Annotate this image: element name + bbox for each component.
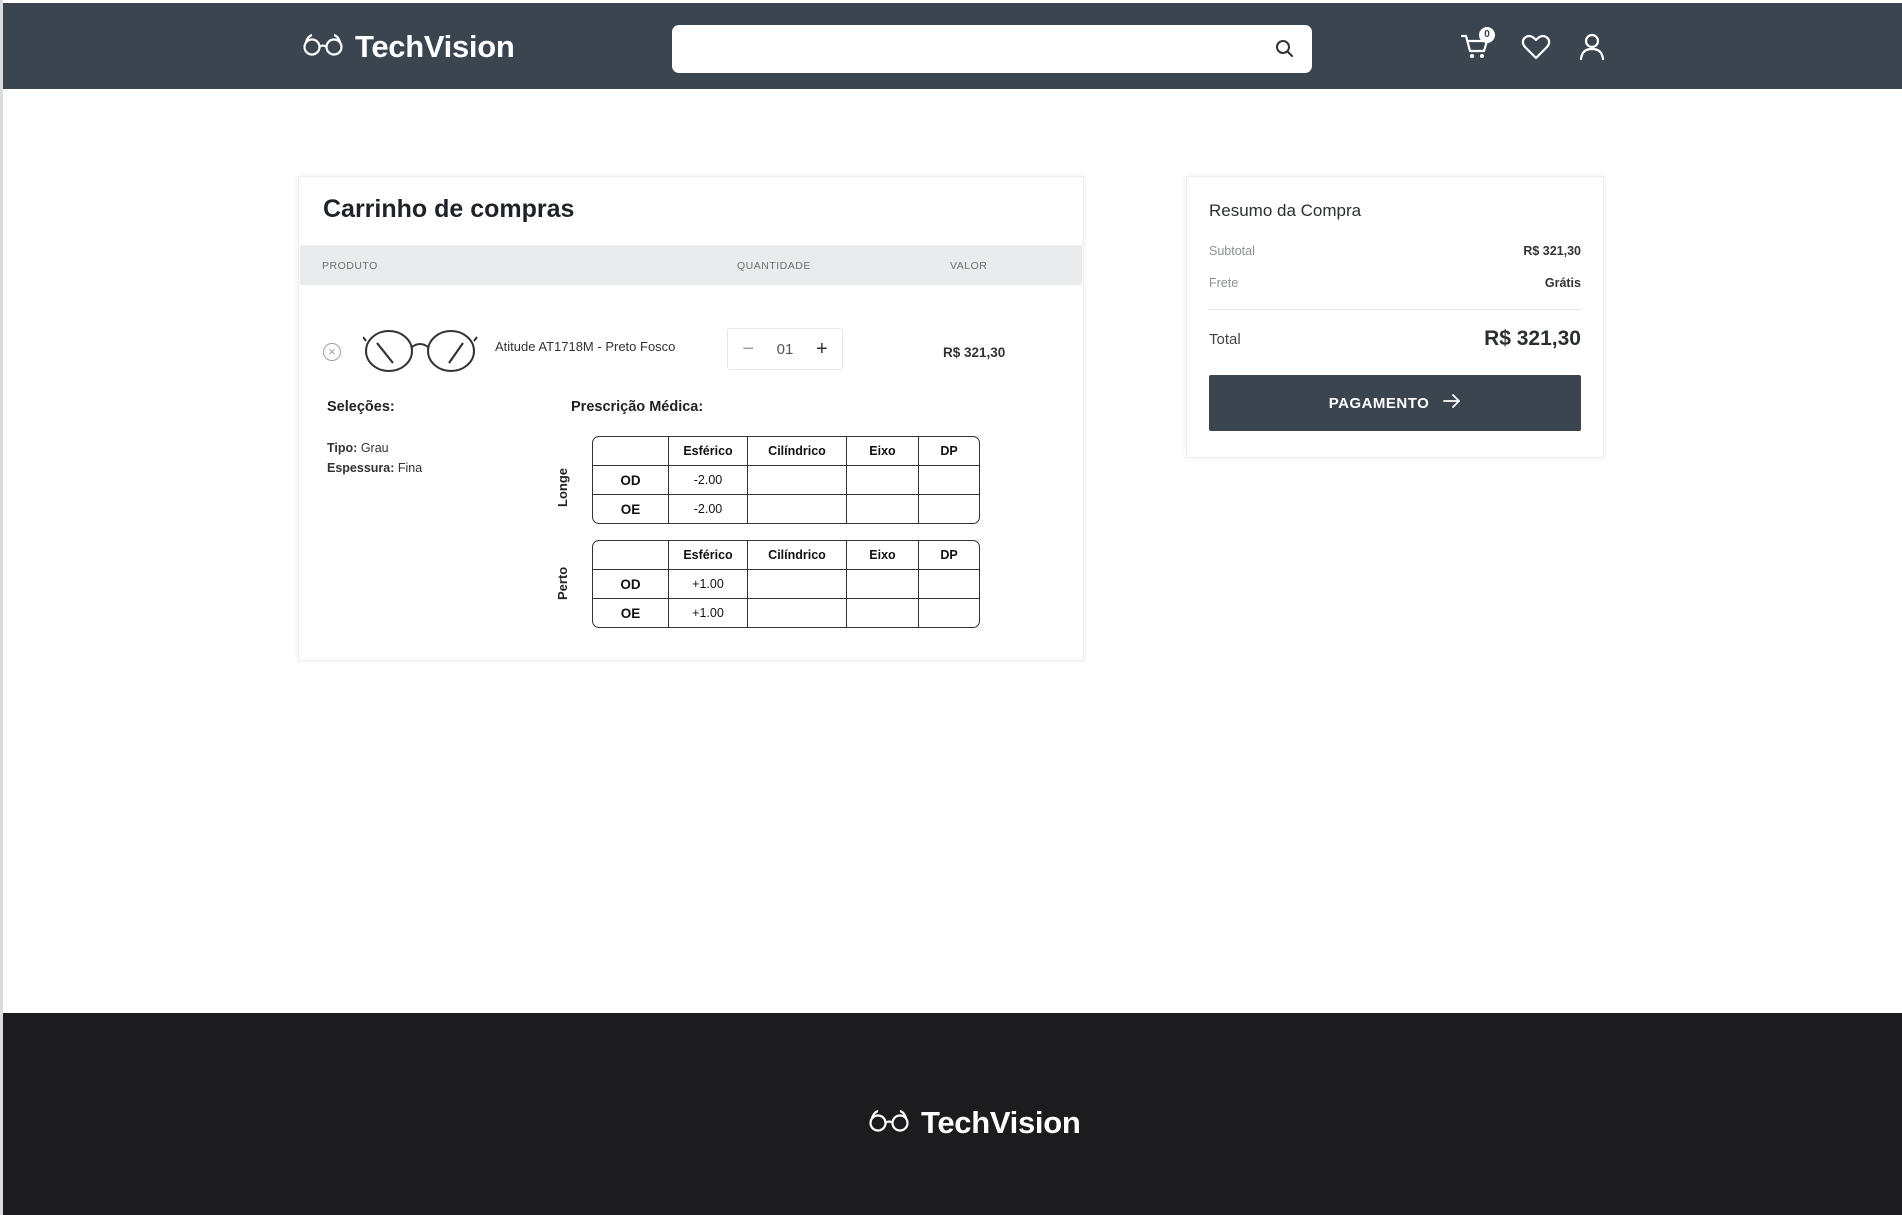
heart-icon[interactable] <box>1521 34 1551 65</box>
prescription-table-far: Esférico Cilíndrico Eixo DP OD -2.00 OE … <box>592 436 980 524</box>
search-icon[interactable] <box>1275 39 1294 63</box>
order-summary-panel: Resumo da Compra Subtotal R$ 321,30 Fret… <box>1186 176 1604 458</box>
table-row: OE -2.00 <box>593 495 979 523</box>
subtotal-value: R$ 321,30 <box>1523 244 1581 258</box>
search-bar <box>672 25 1312 73</box>
quantity-value: 01 <box>776 340 794 358</box>
selection-type: Tipo: Grau <box>327 441 389 455</box>
item-price: R$ 321,30 <box>943 345 1006 360</box>
column-product: PRODUTO <box>322 260 378 272</box>
cart-table-header: PRODUTO QUANTIDADE VALOR <box>300 245 1082 285</box>
top-navbar: TechVision 0 <box>3 3 1902 89</box>
brand-logo[interactable]: TechVision <box>303 29 515 65</box>
decrease-quantity-button[interactable]: − <box>736 338 760 361</box>
glasses-logo-icon <box>869 1109 909 1137</box>
shipping-label: Frete <box>1209 276 1239 290</box>
glasses-logo-icon <box>303 33 343 61</box>
brand-name: TechVision <box>355 29 515 64</box>
user-icon[interactable] <box>1578 33 1606 66</box>
subtotal-row: Subtotal R$ 321,30 <box>1209 244 1581 258</box>
total-label: Total <box>1209 331 1241 348</box>
cart-count-badge: 0 <box>1479 27 1495 43</box>
cart-title: Carrinho de compras <box>323 195 575 223</box>
total-value: R$ 321,30 <box>1484 327 1581 350</box>
table-row: OD +1.00 <box>593 570 979 599</box>
subtotal-label: Subtotal <box>1209 244 1255 258</box>
footer-brand-name: TechVision <box>921 1105 1081 1140</box>
prescription-table-near: Esférico Cilíndrico Eixo DP OD +1.00 OE … <box>592 540 980 628</box>
footer: TechVision <box>3 1013 1902 1215</box>
far-vision-label: Longe <box>555 468 570 507</box>
shopping-cart-panel: Carrinho de compras PRODUTO QUANTIDADE V… <box>298 176 1084 661</box>
summary-divider <box>1209 309 1581 310</box>
selections-heading: Seleções: <box>327 399 395 415</box>
column-value: VALOR <box>950 260 988 272</box>
column-quantity: QUANTIDADE <box>737 260 811 272</box>
increase-quantity-button[interactable]: + <box>810 338 834 361</box>
payment-button-label: PAGAMENTO <box>1328 394 1430 412</box>
arrow-right-icon <box>1443 394 1461 412</box>
near-vision-label: Perto <box>555 566 570 600</box>
remove-item-icon[interactable]: × <box>323 343 341 361</box>
cart-icon[interactable]: 0 <box>1460 27 1495 66</box>
table-row: OE +1.00 <box>593 599 979 627</box>
summary-title: Resumo da Compra <box>1209 201 1362 220</box>
shipping-value: Grátis <box>1544 276 1581 290</box>
search-input[interactable] <box>688 25 1252 73</box>
selection-thickness: Espessura: Fina <box>327 461 423 475</box>
product-glasses-image <box>362 327 479 380</box>
prescription-heading: Prescrição Médica: <box>571 399 704 415</box>
total-row: Total R$ 321,30 <box>1209 327 1581 350</box>
payment-button[interactable]: PAGAMENTO <box>1209 375 1581 431</box>
quantity-stepper: − 01 + <box>727 328 843 370</box>
product-name[interactable]: Atitude AT1718M - Preto Fosco <box>495 339 675 354</box>
table-row: OD -2.00 <box>593 466 979 495</box>
footer-brand-logo[interactable]: TechVision <box>869 1105 1081 1141</box>
shipping-row: Frete Grátis <box>1209 276 1581 290</box>
